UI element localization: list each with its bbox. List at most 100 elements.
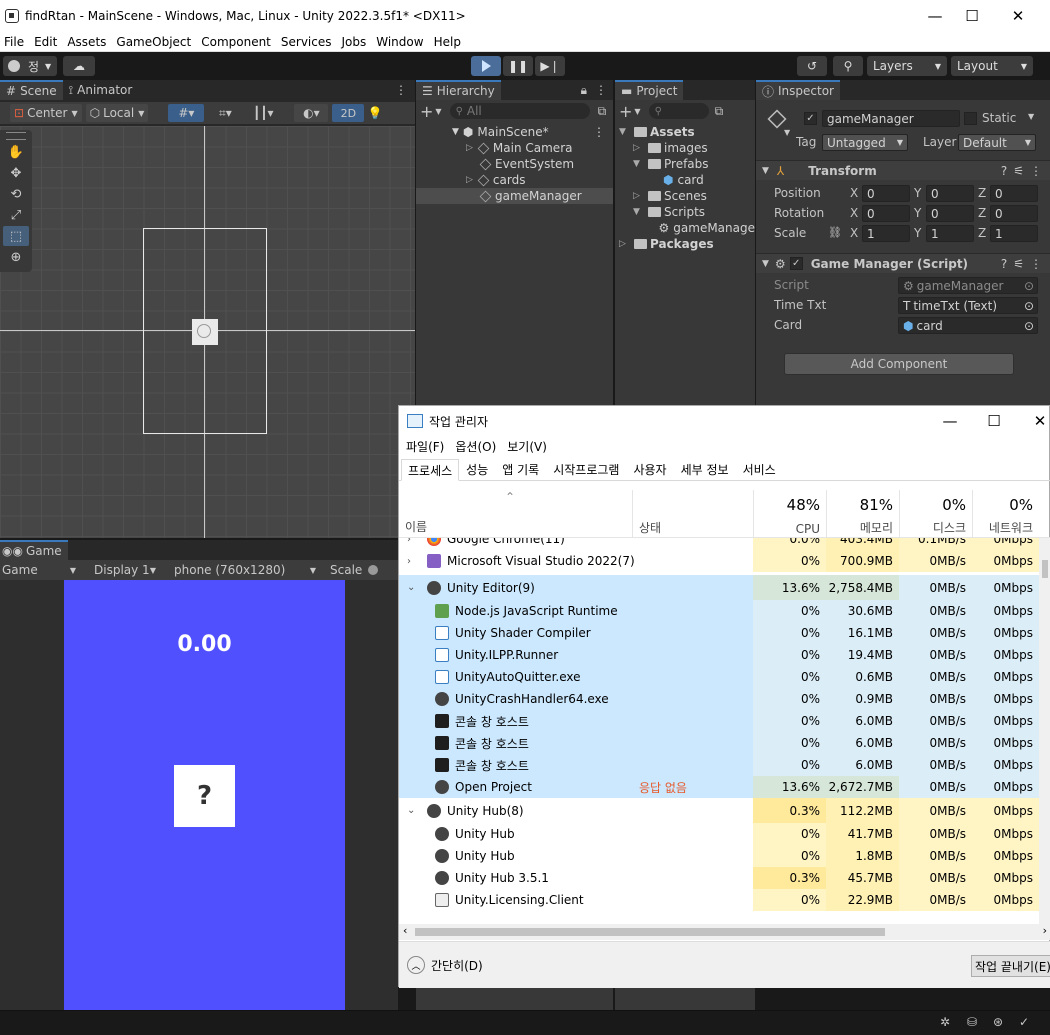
display-dropdown[interactable]: Display 1 ▼ bbox=[82, 563, 162, 577]
menu-edit[interactable]: Edit bbox=[30, 35, 63, 49]
transform-y-field[interactable]: 0 bbox=[926, 205, 974, 222]
layout-dropdown[interactable]: Layout ▼ bbox=[951, 56, 1033, 76]
chevron-down-icon[interactable]: ▼ bbox=[1028, 112, 1034, 121]
hierarchy-item-gamemanager[interactable]: gameManager bbox=[416, 188, 613, 204]
col-net-header[interactable]: 0% 네트워크 bbox=[972, 490, 1039, 538]
tm-group-row[interactable]: ⌄ Unity Editor(9) 13.6% 2,758.4MB 0MB/s 0Mbps bbox=[399, 575, 1039, 600]
tm-process-row[interactable]: UnityCrashHandler64.exe 0% 0.9MB 0MB/s 0Mbps bbox=[399, 688, 1039, 710]
tm-menu-options[interactable]: 옵션(O) bbox=[455, 438, 496, 455]
tm-tab-users[interactable]: 사용자 bbox=[626, 458, 673, 480]
menu-file[interactable]: File bbox=[0, 35, 30, 49]
check-circle-icon[interactable]: ✓ bbox=[1019, 1015, 1029, 1029]
tm-hscroll[interactable]: ‹ › bbox=[399, 924, 1050, 940]
tm-process-row[interactable]: 콘솔 창 호스트 0% 6.0MB 0MB/s 0Mbps bbox=[399, 710, 1039, 732]
tm-minimize-button[interactable]: — bbox=[927, 406, 973, 436]
project-item[interactable]: ▷ images bbox=[615, 140, 755, 156]
preset-icon[interactable]: ⚟ bbox=[1013, 164, 1024, 178]
game-mode-dropdown[interactable]: Game ▼ bbox=[0, 563, 82, 577]
project-search-input[interactable]: ⚲ bbox=[648, 103, 709, 119]
project-item[interactable]: ▷ Scenes bbox=[615, 188, 755, 204]
space-dropdown[interactable]: ⬡ Local ▼ bbox=[85, 104, 149, 122]
tm-process-row[interactable]: Unity Hub 0% 1.8MB 0MB/s 0Mbps bbox=[399, 845, 1039, 867]
history-button[interactable]: ↺ bbox=[797, 56, 827, 76]
resolution-dropdown[interactable]: phone (760x1280) ▼ bbox=[162, 563, 322, 577]
tab-inspector[interactable]: ⓘ Inspector bbox=[756, 80, 840, 100]
project-item[interactable]: ▼ Assets bbox=[615, 124, 755, 140]
timetxt-field[interactable]: T timeTxt (Text) ⊙ bbox=[898, 297, 1038, 314]
preset-icon[interactable]: ⚟ bbox=[1013, 257, 1024, 271]
object-picker-icon[interactable]: ⊙ bbox=[1024, 319, 1034, 333]
project-item[interactable]: ⬢ card bbox=[615, 172, 755, 188]
game-canvas[interactable]: 0.00 ? bbox=[64, 580, 345, 1010]
col-disk-header[interactable]: 0% 디스크 bbox=[899, 490, 972, 538]
script-component-header[interactable]: ▼ ⚙ ✓ Game Manager (Script) ? ⚟ ⋮ bbox=[756, 253, 1050, 273]
tm-menu-view[interactable]: 보기(V) bbox=[507, 438, 547, 455]
panel-menu-icon[interactable]: ⋮ bbox=[395, 83, 407, 97]
collapse-arrow-icon[interactable]: › bbox=[407, 538, 421, 545]
hierarchy-item-cards[interactable]: ▷ cards bbox=[416, 172, 613, 188]
transform-x-field[interactable]: 1 bbox=[862, 225, 910, 242]
layers-dropdown[interactable]: Layers ▼ bbox=[867, 56, 947, 76]
search-filter-icon[interactable]: ⧉ bbox=[598, 104, 607, 119]
tm-group-row[interactable]: ⌄ Unity Hub(8) 0.3% 112.2MB 0MB/s 0Mbps bbox=[399, 798, 1039, 823]
tm-tab-app-history[interactable]: 앱 기록 bbox=[495, 458, 546, 480]
transform-z-field[interactable]: 0 bbox=[990, 205, 1038, 222]
scene-root-row[interactable]: ▼ ⬢ MainScene* ⋮ bbox=[416, 124, 613, 140]
menu-component[interactable]: Component bbox=[197, 35, 277, 49]
col-name[interactable]: 이름 bbox=[405, 518, 427, 535]
project-item[interactable]: ⚙ gameManage bbox=[615, 220, 755, 236]
play-button[interactable] bbox=[471, 56, 501, 76]
bug-icon[interactable]: ✲ bbox=[940, 1015, 950, 1029]
col-cpu-header[interactable]: 48% CPU bbox=[753, 490, 826, 538]
network-icon[interactable]: ⊛ bbox=[993, 1015, 1003, 1029]
panel-menu-icon[interactable]: ⋮ bbox=[1030, 164, 1042, 178]
card-field[interactable]: ⬢ card ⊙ bbox=[898, 317, 1038, 334]
scale-tool-button[interactable]: ⤢ bbox=[3, 205, 29, 225]
tab-hierarchy[interactable]: ☰ Hierarchy bbox=[416, 80, 501, 100]
transform-z-field[interactable]: 0 bbox=[990, 185, 1038, 202]
scene-viewport[interactable] bbox=[0, 126, 415, 538]
component-enabled-checkbox[interactable]: ✓ bbox=[789, 257, 803, 270]
tm-process-row[interactable]: Unity.ILPP.Runner 0% 19.4MB 0MB/s 0Mbps bbox=[399, 644, 1039, 666]
transform-x-field[interactable]: 0 bbox=[862, 185, 910, 202]
menu-assets[interactable]: Assets bbox=[63, 35, 112, 49]
tab-game[interactable]: ◉◉ Game bbox=[0, 540, 68, 560]
hierarchy-item-main-camera[interactable]: ▷ Main Camera bbox=[416, 140, 613, 156]
maximize-button[interactable]: ☐ bbox=[949, 0, 995, 32]
expand-arrow-icon[interactable]: ⌄ bbox=[407, 582, 421, 593]
pause-button[interactable]: ❚❚ bbox=[503, 56, 533, 76]
tm-tab-startup[interactable]: 시작프로그램 bbox=[546, 458, 626, 480]
static-checkbox[interactable] bbox=[964, 112, 977, 125]
tm-process-row[interactable]: › Microsoft Visual Studio 2022(7) 0% 700.9M… bbox=[399, 550, 1039, 572]
increment-snap-toggle[interactable]: ⌗▾ bbox=[210, 104, 240, 122]
tm-process-row[interactable]: Unity Hub 0% 41.7MB 0MB/s 0Mbps bbox=[399, 823, 1039, 845]
card-sprite[interactable] bbox=[192, 319, 218, 345]
move-tool-button[interactable]: ✥ bbox=[3, 163, 29, 183]
transform-z-field[interactable]: 1 bbox=[990, 225, 1038, 242]
tm-vscroll[interactable] bbox=[1039, 538, 1050, 924]
tab-scene[interactable]: # Scene bbox=[0, 80, 63, 100]
tm-tab-details[interactable]: 세부 정보 bbox=[674, 458, 736, 480]
project-item[interactable]: ▼ Scripts bbox=[615, 204, 755, 220]
tm-tab-performance[interactable]: 성능 bbox=[459, 458, 495, 480]
search-filter-icon[interactable]: ⧉ bbox=[715, 104, 724, 119]
search-button[interactable]: ⚲ bbox=[833, 56, 863, 76]
add-icon[interactable]: + bbox=[420, 102, 433, 121]
col-mem-header[interactable]: 81% 메모리 bbox=[826, 490, 899, 538]
col-status-header[interactable]: 상태 bbox=[632, 490, 753, 538]
tm-process-row[interactable]: 콘솔 창 호스트 0% 6.0MB 0MB/s 0Mbps bbox=[399, 754, 1039, 776]
scroll-left-icon[interactable]: ‹ bbox=[403, 924, 407, 937]
tm-tab-services[interactable]: 서비스 bbox=[736, 458, 783, 480]
project-item[interactable]: ▷ Packages bbox=[615, 236, 755, 252]
transform-header[interactable]: ▼ ⅄ Transform ? ⚟ ⋮ bbox=[756, 160, 1050, 180]
grid-snap-toggle[interactable]: #▾ bbox=[168, 104, 205, 122]
active-checkbox[interactable]: ✓ bbox=[804, 112, 817, 125]
menu-services[interactable]: Services bbox=[277, 35, 338, 49]
chevron-down-icon[interactable]: ▼ bbox=[784, 128, 790, 137]
step-button[interactable]: ▶❘ bbox=[535, 56, 565, 76]
scale-slider-handle[interactable] bbox=[368, 565, 379, 575]
tm-process-row[interactable]: › Google Chrome(11) 0.0% 403.4MB 0.1MB/s 0Mbp… bbox=[399, 538, 1039, 550]
fewer-details-button[interactable]: ︿ 간단히(D) bbox=[407, 956, 483, 974]
tm-close-button[interactable]: ✕ bbox=[1017, 406, 1050, 436]
close-button[interactable]: ✕ bbox=[995, 0, 1041, 32]
